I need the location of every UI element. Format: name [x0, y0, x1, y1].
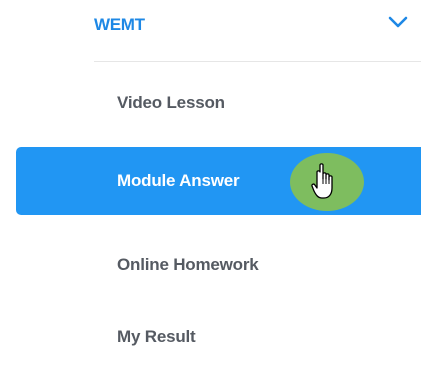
- menu-item-label: My Result: [117, 327, 196, 346]
- menu-item-video-lesson[interactable]: Video Lesson: [16, 69, 421, 137]
- menu-group-title: WEMT: [94, 15, 145, 34]
- menu-item-label: Module Answer: [117, 171, 240, 190]
- menu-group-wemt[interactable]: WEMT: [94, 0, 421, 62]
- menu-item-label: Online Homework: [117, 255, 259, 274]
- menu-item-online-homework[interactable]: Online Homework: [16, 231, 421, 299]
- menu-item-label: Video Lesson: [117, 93, 225, 112]
- menu-item-my-result[interactable]: My Result: [16, 303, 421, 371]
- hand-pointer-icon: [311, 163, 333, 199]
- chevron-down-icon[interactable]: [388, 15, 408, 29]
